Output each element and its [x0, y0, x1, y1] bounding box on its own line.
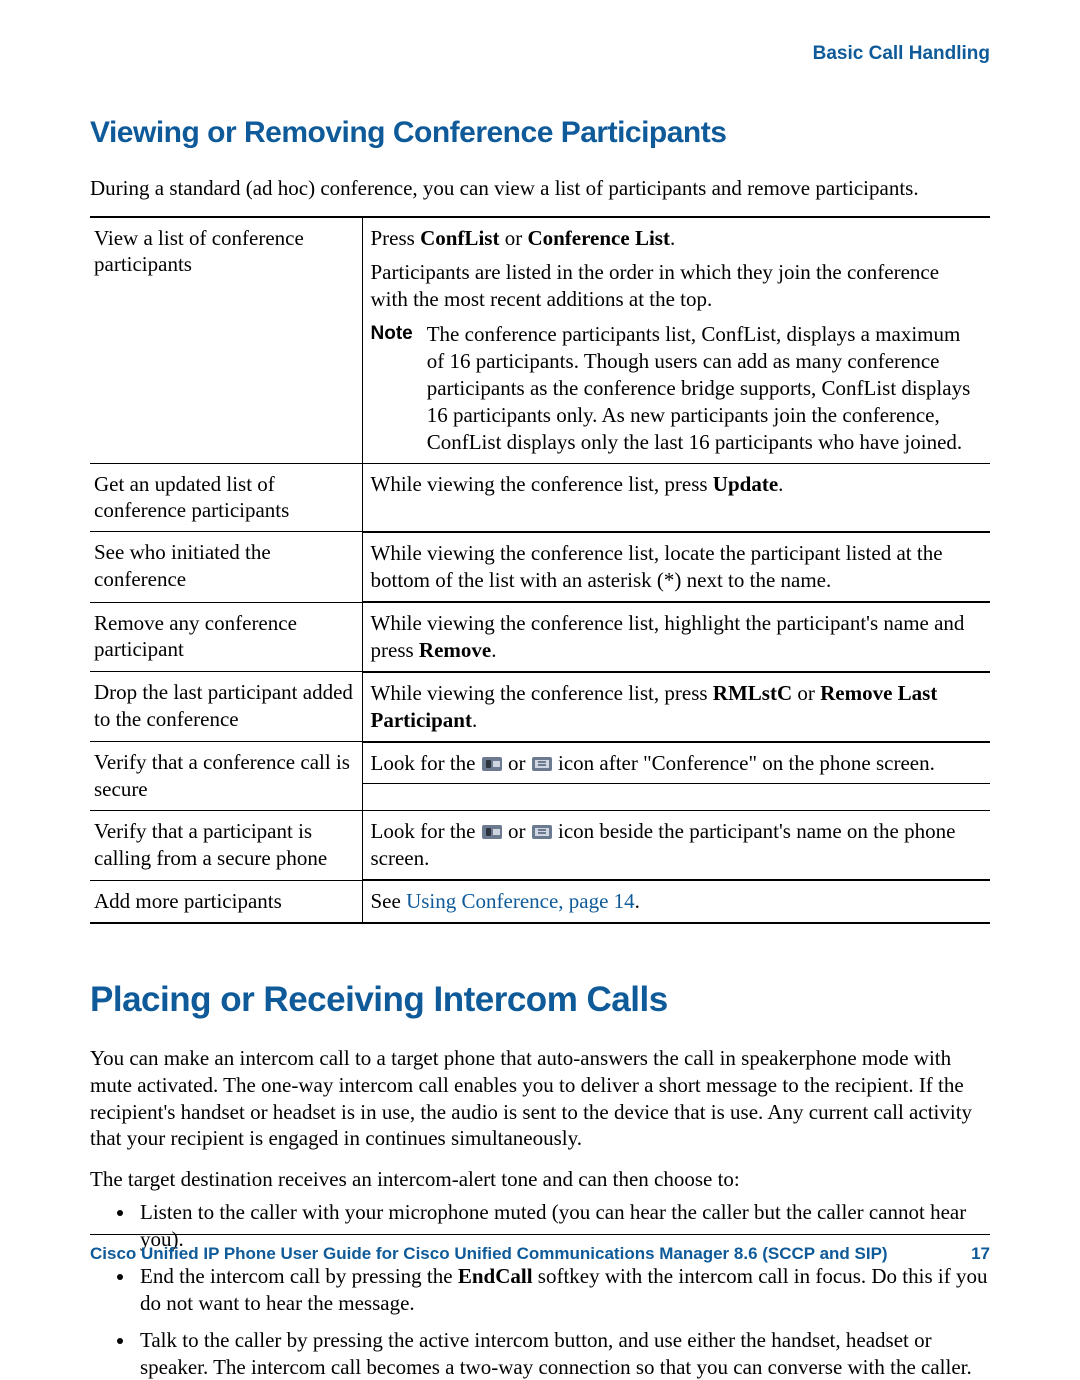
shield-phone-icon [531, 752, 553, 770]
bold-text: Remove [419, 638, 491, 662]
table-cell-right: While viewing the conference list, press… [363, 672, 991, 742]
lock-phone-icon [481, 820, 503, 838]
text: See [371, 889, 407, 913]
text: . [491, 638, 496, 662]
table-row: Verify that a conference call is secure … [90, 742, 990, 811]
table-cell-left: See who initiated the conference [90, 532, 362, 602]
table-row: Add more participants See Using Conferen… [90, 881, 990, 923]
list-item: End the intercom call by pressing the En… [136, 1263, 990, 1317]
running-header: Basic Call Handling [90, 42, 990, 66]
table-row: View a list of conference participants P… [90, 217, 990, 464]
bold-text: Update [713, 472, 778, 496]
text: Participants are listed in the order in … [371, 259, 981, 313]
intercom-options-list: Listen to the caller with your microphon… [90, 1199, 990, 1380]
section1-intro: During a standard (ad hoc) conference, y… [90, 175, 990, 202]
bold-text: Conference List [527, 226, 670, 250]
cross-ref-link[interactable]: Using Conference, page 14 [406, 889, 635, 913]
conference-actions-table: View a list of conference participants P… [90, 216, 990, 924]
section-heading-intercom: Placing or Receiving Intercom Calls [90, 978, 990, 1023]
table-cell-right: While viewing the conference list, highl… [363, 602, 991, 672]
table-row: See who initiated the conference While v… [90, 532, 990, 602]
table-cell-right: While viewing the conference list, locat… [363, 532, 991, 602]
table-row: Get an updated list of conference partic… [90, 463, 990, 532]
note-block: Note The conference participants list, C… [371, 321, 981, 455]
text: Look for the [371, 819, 481, 843]
table-cell-left: Drop the last participant added to the c… [90, 672, 362, 742]
bold-text: RMLstC [713, 681, 792, 705]
bold-text: ConfList [420, 226, 499, 250]
table-row: Remove any conference participant While … [90, 602, 990, 672]
lock-phone-icon [481, 752, 503, 770]
table-cell-right: While viewing the conference list, press… [362, 463, 990, 532]
text: While viewing the conference list, press [371, 472, 713, 496]
table-cell-right: See Using Conference, page 14. [362, 881, 990, 923]
table-cell-right: Press ConfList or Conference List. Parti… [362, 217, 990, 464]
table-cell-left: Add more participants [90, 881, 362, 923]
table-cell-right: Look for the or icon after "Conference" … [363, 742, 991, 785]
page-number: 17 [971, 1243, 990, 1265]
table-cell-left: Verify that a participant is calling fro… [90, 810, 362, 880]
table-cell-left: Remove any conference participant [90, 602, 362, 672]
text: icon after "Conference" on the phone scr… [558, 751, 935, 775]
section-heading-viewing: Viewing or Removing Conference Participa… [90, 114, 990, 152]
text: or [508, 819, 531, 843]
text: Look for the [371, 751, 481, 775]
text: or [508, 751, 531, 775]
table-cell-left: View a list of conference participants [90, 217, 362, 464]
text: . [472, 708, 477, 732]
text: or [792, 681, 820, 705]
section2-para1: You can make an intercom call to a targe… [90, 1045, 990, 1153]
note-body: The conference participants list, ConfLi… [427, 321, 980, 455]
text: or [499, 226, 527, 250]
table-cell-right: Look for the or icon beside the particip… [363, 810, 991, 880]
page-footer: Cisco Unified IP Phone User Guide for Ci… [90, 1234, 990, 1265]
text: . [778, 472, 783, 496]
text: End the intercom call by pressing the [140, 1264, 458, 1288]
section2-para2: The target destination receives an inter… [90, 1166, 990, 1193]
text: . [670, 226, 675, 250]
list-item: Talk to the caller by pressing the activ… [136, 1327, 990, 1380]
note-label: Note [371, 321, 413, 455]
text: . [635, 889, 640, 913]
table-cell-left: Verify that a conference call is secure [90, 742, 362, 811]
table-row: Verify that a participant is calling fro… [90, 810, 990, 880]
bold-text: EndCall [458, 1264, 533, 1288]
table-cell-left: Get an updated list of conference partic… [90, 463, 362, 532]
table-row: Drop the last participant added to the c… [90, 672, 990, 742]
text: Press [371, 226, 421, 250]
footer-title: Cisco Unified IP Phone User Guide for Ci… [90, 1243, 888, 1265]
text: While viewing the conference list, press [371, 681, 713, 705]
shield-phone-icon [531, 820, 553, 838]
